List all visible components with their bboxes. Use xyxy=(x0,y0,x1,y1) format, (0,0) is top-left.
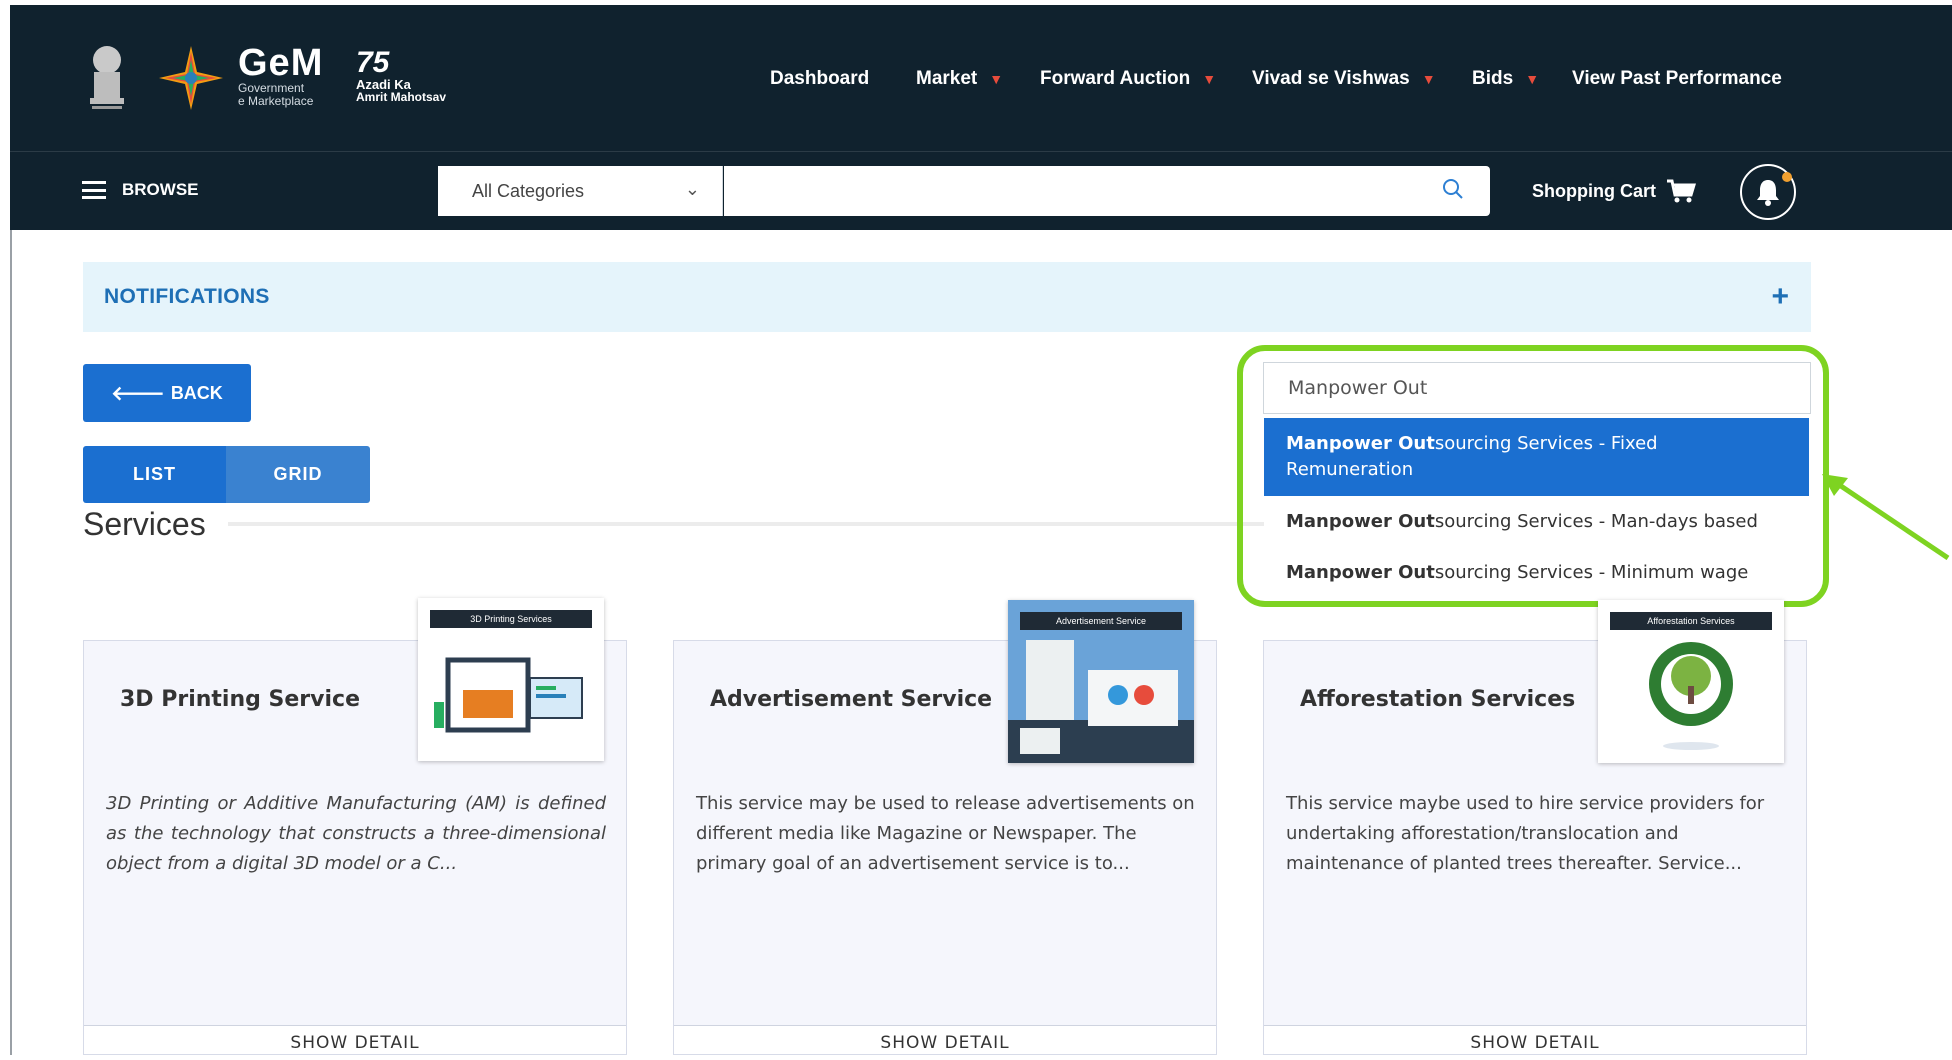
green-highlight-outline xyxy=(1237,345,1829,607)
expand-plus-icon[interactable]: + xyxy=(1771,280,1789,314)
thumbnail-tag: Advertisement Service xyxy=(1020,612,1182,630)
nav-forward-auction[interactable]: Forward Auction ▼ xyxy=(1040,64,1216,94)
notifications-title: NOTIFICATIONS xyxy=(104,285,270,308)
shopping-cart-label: Shopping Cart xyxy=(1532,180,1656,201)
category-select[interactable]: All Categories ⌄ xyxy=(438,166,723,216)
back-button-label: BACK xyxy=(170,382,223,403)
show-detail-button[interactable]: SHOW DETAIL xyxy=(1264,1025,1806,1054)
caret-down-icon: ▼ xyxy=(1525,71,1540,87)
product-search-box xyxy=(724,166,1490,216)
nav-past-performance-label: View Past Performance xyxy=(1572,68,1782,89)
nav-vivad-se-vishwas[interactable]: Vivad se Vishwas ▼ xyxy=(1252,64,1436,94)
caret-down-icon: ▼ xyxy=(1202,71,1217,87)
cart-icon xyxy=(1667,179,1696,203)
gem-logo-icon xyxy=(159,46,223,110)
shopping-cart-link[interactable]: Shopping Cart xyxy=(1532,178,1696,204)
annotation-arrow-icon xyxy=(1822,474,1950,560)
service-thumbnail: 3D Printing Services xyxy=(418,598,604,761)
nav-market-label: Market xyxy=(916,68,978,89)
arrow-left-icon: 🡐 xyxy=(111,382,165,405)
nav-view-past-performance[interactable]: View Past Performance xyxy=(1572,64,1782,94)
gem-title: GeM xyxy=(238,42,324,84)
nav-vivad-label: Vivad se Vishwas xyxy=(1252,68,1410,89)
bell-icon xyxy=(1757,180,1779,206)
grid-view-button[interactable]: GRID xyxy=(226,446,370,503)
caret-down-icon: ▼ xyxy=(989,71,1004,87)
azadi-ka-amrit-mahotsav-logo: 75 Azadi Ka Amrit Mahotsav xyxy=(356,48,468,110)
service-card-title: Advertisement Service xyxy=(710,687,993,712)
notifications-bell-button[interactable] xyxy=(1740,164,1796,220)
section-title: Services xyxy=(83,506,206,542)
service-card-description: This service maybe used to hire service … xyxy=(1286,793,1765,874)
chevron-down-icon: ⌄ xyxy=(684,179,700,199)
azadi-number: 75 xyxy=(356,46,390,79)
service-thumbnail: Advertisement Service xyxy=(1008,600,1194,763)
nav-bids[interactable]: Bids ▼ xyxy=(1472,64,1539,94)
caret-down-icon: ▼ xyxy=(1421,71,1436,87)
hamburger-icon xyxy=(82,181,106,199)
3d-printer-illustration-icon xyxy=(434,657,583,733)
nav-dashboard-label: Dashboard xyxy=(770,68,870,89)
nav-bids-label: Bids xyxy=(1472,68,1514,89)
nav-dashboard[interactable]: Dashboard xyxy=(770,64,869,94)
product-search-input[interactable] xyxy=(740,166,1424,214)
category-selected-value: All Categories xyxy=(472,180,585,201)
nav-forward-auction-label: Forward Auction xyxy=(1040,68,1191,89)
notification-dot xyxy=(1782,172,1792,182)
nav-market[interactable]: Market ▼ xyxy=(916,64,1003,94)
service-card-title: Afforestation Services xyxy=(1300,687,1576,712)
service-card-title: 3D Printing Service xyxy=(120,687,360,712)
show-detail-button[interactable]: SHOW DETAIL xyxy=(674,1025,1216,1054)
gem-logo-text[interactable]: GeM Government e Marketplace xyxy=(238,44,323,108)
tree-gear-illustration-icon xyxy=(1649,642,1733,750)
service-card-description: This service may be used to release adve… xyxy=(696,793,1195,874)
national-emblem-icon xyxy=(90,46,124,109)
browse-menu-button[interactable]: BROWSE xyxy=(82,180,199,200)
show-detail-button[interactable]: SHOW DETAIL xyxy=(84,1025,626,1054)
gem-subtitle-2: e Marketplace xyxy=(238,94,314,108)
browse-label: BROWSE xyxy=(122,180,199,199)
view-toggle: LIST GRID xyxy=(83,446,370,503)
service-thumbnail: Afforestation Services xyxy=(1598,600,1784,763)
back-button[interactable]: 🡐 BACK xyxy=(83,364,251,422)
list-view-button[interactable]: LIST xyxy=(83,446,226,503)
azadi-line-2: Amrit Mahotsav xyxy=(356,90,447,104)
search-icon[interactable] xyxy=(1442,178,1464,200)
notifications-panel[interactable]: NOTIFICATIONS + xyxy=(83,262,1811,332)
section-divider xyxy=(228,522,1264,526)
service-card-description: 3D Printing or Additive Manufacturing (A… xyxy=(106,793,606,874)
